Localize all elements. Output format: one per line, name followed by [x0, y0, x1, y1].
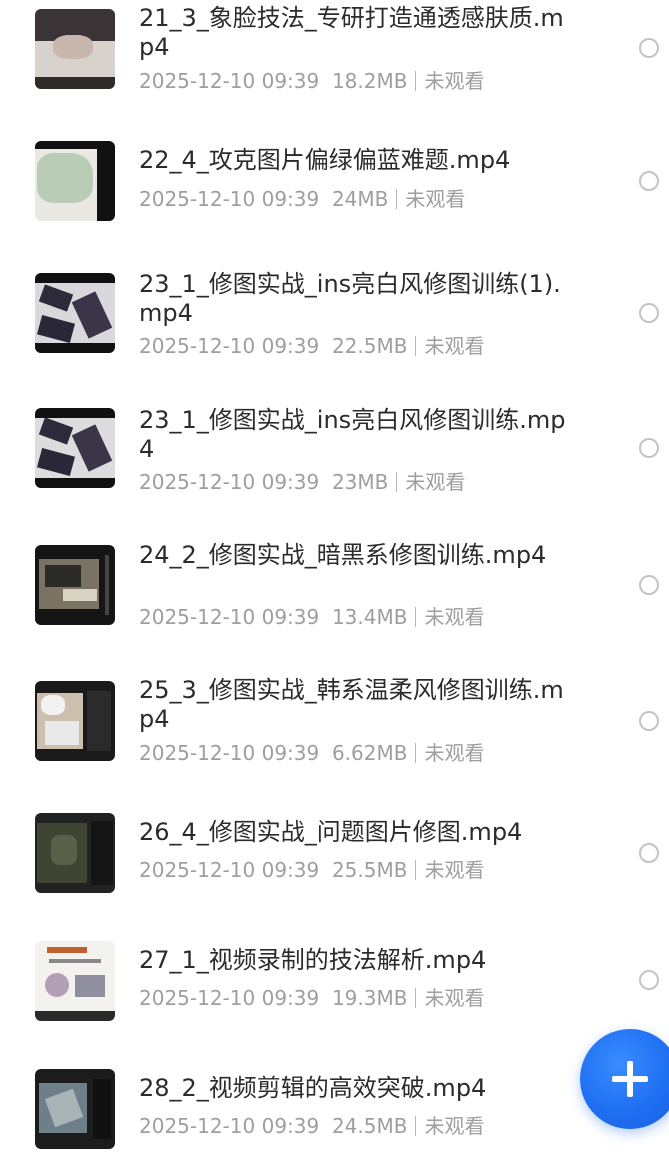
file-size: 6.62MB [331, 741, 408, 765]
file-size: 19.3MB [331, 986, 408, 1010]
file-size: 25.5MB [331, 858, 408, 882]
watch-status: 未观看 [424, 986, 485, 1010]
file-meta: 2025-12-10 09:39 25.5MB 未观看 [139, 857, 484, 883]
video-thumbnail [35, 1069, 115, 1149]
file-size: 18.2MB [331, 69, 408, 93]
file-row[interactable]: 22_4_攻克图片偏绿偏蓝难题.mp4 2025-12-10 09:39 24M… [0, 120, 669, 240]
file-date: 2025-12-10 09:39 [139, 187, 320, 211]
file-row[interactable]: 25_3_修图实战_韩系温柔风修图训练.mp4 2025-12-10 09:39… [0, 660, 669, 780]
file-row[interactable]: 27_1_视频录制的技法解析.mp4 2025-12-10 09:39 19.3… [0, 925, 669, 1045]
watch-status: 未观看 [405, 470, 466, 494]
file-row[interactable]: 23_1_修图实战_ins亮白风修图训练.mp4 2025-12-10 09:3… [0, 390, 669, 510]
file-name: 28_2_视频剪辑的高效突破.mp4 [139, 1074, 487, 1102]
file-meta: 2025-12-10 09:39 19.3MB 未观看 [139, 985, 484, 1011]
meta-divider [415, 860, 417, 880]
file-name: 22_4_攻克图片偏绿偏蓝难题.mp4 [139, 146, 511, 174]
file-name: 27_1_视频录制的技法解析.mp4 [139, 946, 487, 974]
meta-divider [415, 1116, 417, 1136]
video-thumbnail [35, 141, 115, 221]
file-meta: 2025-12-10 09:39 13.4MB 未观看 [139, 604, 484, 630]
watch-status: 未观看 [424, 334, 485, 358]
file-name: 21_3_象脸技法_专研打造通透感肤质.mp4 [139, 4, 564, 61]
file-date: 2025-12-10 09:39 [139, 69, 320, 93]
select-radio[interactable] [639, 171, 659, 191]
video-thumbnail [35, 408, 115, 488]
watch-status: 未观看 [424, 69, 485, 93]
meta-divider [415, 336, 417, 356]
file-row[interactable]: 26_4_修图实战_问题图片修图.mp4 2025-12-10 09:39 25… [0, 795, 669, 915]
file-date: 2025-12-10 09:39 [139, 741, 320, 765]
file-meta: 2025-12-10 09:39 6.62MB 未观看 [139, 740, 484, 766]
file-date: 2025-12-10 09:39 [139, 858, 320, 882]
watch-status: 未观看 [405, 187, 466, 211]
file-name: 26_4_修图实战_问题图片修图.mp4 [139, 818, 523, 846]
meta-divider [415, 988, 417, 1008]
meta-divider [396, 189, 398, 209]
file-meta: 2025-12-10 09:39 23MB 未观看 [139, 469, 465, 495]
file-meta: 2025-12-10 09:39 24MB 未观看 [139, 186, 465, 212]
file-row[interactable]: 28_2_视频剪辑的高效突破.mp4 2025-12-10 09:39 24.5… [0, 1055, 669, 1165]
file-list: 21_3_象脸技法_专研打造通透感肤质.mp4 2025-12-10 09:39… [0, 0, 669, 1165]
file-row[interactable]: 24_2_修图实战_暗黑系修图训练.mp4 2025-12-10 09:39 1… [0, 525, 669, 645]
file-date: 2025-12-10 09:39 [139, 470, 320, 494]
file-size: 22.5MB [331, 334, 408, 358]
watch-status: 未观看 [424, 858, 485, 882]
watch-status: 未观看 [424, 605, 485, 629]
video-thumbnail [35, 941, 115, 1021]
select-radio[interactable] [639, 843, 659, 863]
meta-divider [396, 472, 398, 492]
file-date: 2025-12-10 09:39 [139, 334, 320, 358]
file-name: 24_2_修图实战_暗黑系修图训练.mp4 [139, 541, 547, 569]
file-size: 13.4MB [331, 605, 408, 629]
file-size: 24.5MB [331, 1114, 408, 1138]
file-meta: 2025-12-10 09:39 24.5MB 未观看 [139, 1113, 484, 1139]
select-radio[interactable] [639, 438, 659, 458]
select-radio[interactable] [639, 970, 659, 990]
video-thumbnail [35, 813, 115, 893]
meta-divider [415, 743, 417, 763]
video-thumbnail [35, 273, 115, 353]
video-thumbnail [35, 9, 115, 89]
file-name: 25_3_修图实战_韩系温柔风修图训练.mp4 [139, 676, 564, 733]
select-radio[interactable] [639, 711, 659, 731]
file-name: 23_1_修图实战_ins亮白风修图训练(1).mp4 [139, 270, 561, 327]
select-radio[interactable] [639, 38, 659, 58]
select-radio[interactable] [639, 303, 659, 323]
select-radio[interactable] [639, 575, 659, 595]
video-thumbnail [35, 545, 115, 625]
meta-divider [415, 71, 417, 91]
file-row[interactable]: 23_1_修图实战_ins亮白风修图训练(1).mp4 2025-12-10 0… [0, 250, 669, 380]
file-size: 23MB [331, 470, 389, 494]
file-row[interactable]: 21_3_象脸技法_专研打造通透感肤质.mp4 2025-12-10 09:39… [0, 0, 669, 110]
watch-status: 未观看 [424, 741, 485, 765]
file-meta: 2025-12-10 09:39 18.2MB 未观看 [139, 68, 484, 94]
add-button[interactable] [580, 1029, 669, 1129]
file-meta: 2025-12-10 09:39 22.5MB 未观看 [139, 333, 484, 359]
file-date: 2025-12-10 09:39 [139, 605, 320, 629]
meta-divider [415, 607, 417, 627]
file-date: 2025-12-10 09:39 [139, 1114, 320, 1138]
watch-status: 未观看 [424, 1114, 485, 1138]
file-name: 23_1_修图实战_ins亮白风修图训练.mp4 [139, 406, 566, 463]
file-date: 2025-12-10 09:39 [139, 986, 320, 1010]
video-thumbnail [35, 681, 115, 761]
file-size: 24MB [331, 187, 389, 211]
